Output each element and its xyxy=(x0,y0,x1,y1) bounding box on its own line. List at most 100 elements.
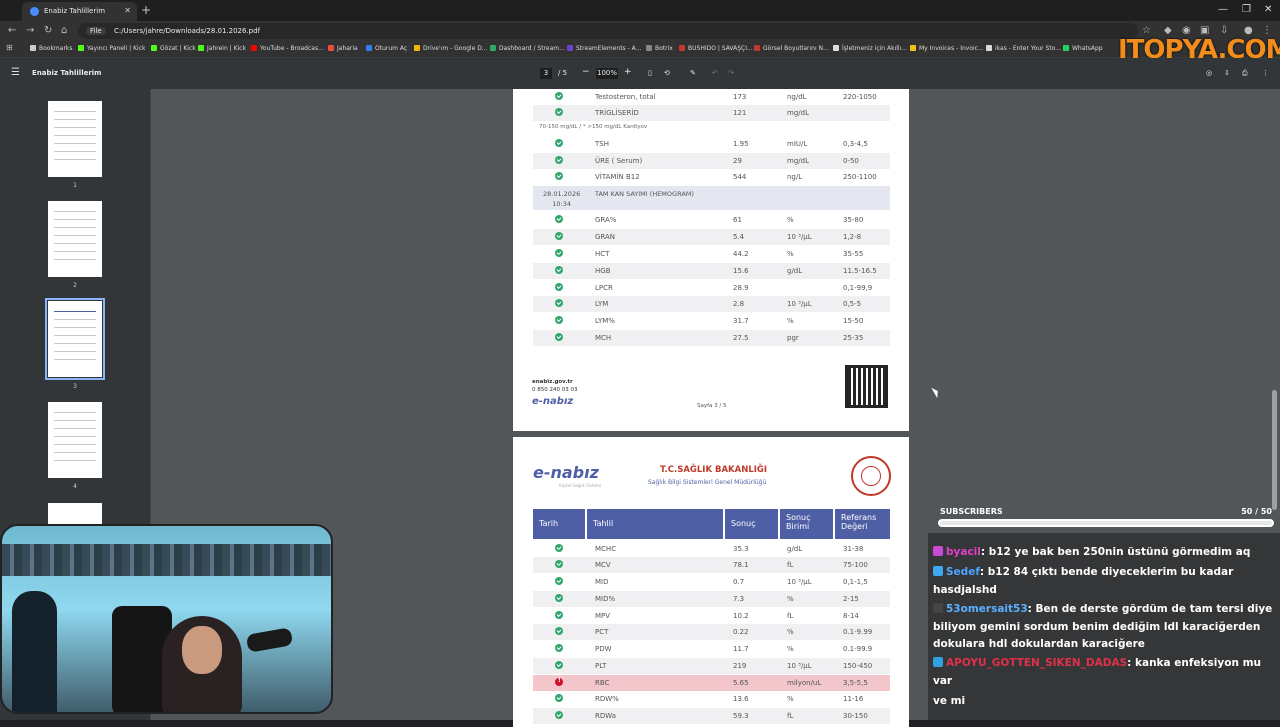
table-row: LYM% 31.7% 15-50 xyxy=(533,313,890,329)
minimize-icon[interactable]: — xyxy=(1218,4,1228,15)
user-badge-icon xyxy=(933,657,943,667)
group-title: TAM KAN SAYIMI (HEMOGRAM) xyxy=(595,190,694,198)
bookmark-item[interactable]: StreamElements - A... xyxy=(567,45,641,52)
hamburger-menu-icon[interactable]: ☰ xyxy=(11,67,20,78)
page-thumbnail[interactable] xyxy=(48,402,102,478)
bookmark-item[interactable]: Oturum Aç xyxy=(366,45,407,52)
vertical-scrollbar[interactable] xyxy=(1272,390,1277,510)
apps-grid-icon[interactable]: ⊞ xyxy=(6,43,13,52)
zoom-out-icon[interactable]: − xyxy=(582,67,590,77)
table-row: MID 0.7 10 ³/µL 0,1-1,5 xyxy=(533,574,890,590)
annotate-pen-icon[interactable]: ✎ xyxy=(690,69,696,77)
bookmarks-bar: ⊞ Bookmarks Yayıncı Paneli | Kick Gözat … xyxy=(0,41,1280,58)
address-url: C:/Users/jahre/Downloads/28.01.2026.pdf xyxy=(113,27,261,35)
reload-icon[interactable]: ↻ xyxy=(44,25,52,36)
rotate-icon[interactable]: ⟲ xyxy=(664,69,670,77)
check-icon xyxy=(555,611,563,619)
bookmark-item[interactable]: My Invoices - Invoic... xyxy=(910,45,984,52)
alert-icon xyxy=(555,677,563,686)
bookmark-item[interactable]: BUSHIDO | SAVAŞÇI... xyxy=(679,45,753,52)
check-icon xyxy=(555,711,563,719)
table-row: LYM 2.8 10 ³/µL 0,5-5 xyxy=(533,296,890,312)
bookmark-item[interactable]: WhatsApp xyxy=(1063,45,1103,52)
pdf-title: Enabiz Tahlillerim xyxy=(32,69,102,77)
page-thumbnail[interactable] xyxy=(48,101,102,177)
thumbnail-label: 2 xyxy=(73,282,77,289)
table-row: HCT 44.2% 35-55 xyxy=(533,246,890,262)
restore-icon[interactable]: ❐ xyxy=(1242,4,1251,15)
check-icon xyxy=(555,644,563,652)
forward-icon[interactable]: → xyxy=(26,25,34,36)
check-icon xyxy=(555,577,563,585)
zoom-in-icon[interactable]: + xyxy=(624,67,632,77)
table-row: HGB 15.6 g/dL 11.5-16.5 xyxy=(533,263,890,279)
enabiz-logo: e-nabız xyxy=(533,463,599,482)
bookmark-item[interactable]: ikas - Enter Your Sto... xyxy=(986,45,1061,52)
check-icon xyxy=(555,299,563,307)
address-bar[interactable]: File C:/Users/jahre/Downloads/28.01.2026… xyxy=(78,23,1138,39)
check-icon xyxy=(555,333,563,341)
enabiz-subtitle: Kişisel Sağlık Sistemi xyxy=(559,483,601,488)
table-row: RDWa 59.3 fL 30-150 xyxy=(533,708,890,724)
bookmark-item[interactable]: Jahrein | Kick xyxy=(198,45,246,52)
bookmark-item[interactable]: Bookmarks xyxy=(30,45,73,52)
table-row: TSH 1.95 mIU/L 0,3-4,5 xyxy=(533,136,890,152)
bookmark-item[interactable]: Dashboard / Stream... xyxy=(490,45,565,52)
browser-tab[interactable]: Enabiz Tahlillerim ✕ xyxy=(22,2,137,21)
check-icon xyxy=(555,694,563,702)
qr-code xyxy=(845,365,888,408)
download-icon[interactable]: ⇩ xyxy=(1224,69,1230,77)
check-icon xyxy=(555,92,563,100)
new-tab-button[interactable]: + xyxy=(141,3,151,17)
user-badge-icon xyxy=(933,566,943,576)
close-tab-icon[interactable]: ✕ xyxy=(124,6,131,15)
table-row: MCHC 35.3 g/dL 31-38 xyxy=(533,541,890,557)
page-thumbnail-selected[interactable] xyxy=(45,298,105,380)
bookmark-item[interactable]: Jaharia xyxy=(328,45,358,52)
undo-icon[interactable]: ↶ xyxy=(712,69,718,77)
check-icon xyxy=(555,560,563,568)
tab-strip: Enabiz Tahlillerim ✕ + — ❐ ✕ xyxy=(0,0,1280,21)
thumbnail-label: 1 xyxy=(73,182,77,189)
pdf-extension-icon[interactable]: ◎ xyxy=(1206,69,1212,77)
pdf-page-3: Testosteron, total 173 ng/dL 220-1050 TRİGL… xyxy=(513,89,909,431)
file-chip: File xyxy=(86,27,106,35)
page-total: / 5 xyxy=(558,69,568,77)
check-icon xyxy=(555,544,563,552)
check-icon xyxy=(555,627,563,635)
chat-message: byacil: b12 ye bak ben 250nin üstünü gör… xyxy=(933,544,1273,562)
table-row: ÜRE ( Serum) 29 mg/dL 0-50 xyxy=(533,153,890,169)
tab-title: Enabiz Tahlillerim xyxy=(44,7,106,15)
bookmark-item[interactable]: İşletmeniz için Akıllı... xyxy=(833,45,907,52)
table-row: VİTAMİN B12 544 ng/L 250-1100 xyxy=(533,169,890,185)
table-row: GRAN 5.4 10 ³/µL 1,2-8 xyxy=(533,229,890,245)
back-icon[interactable]: ← xyxy=(8,25,16,36)
check-icon xyxy=(555,156,563,164)
more-options-icon[interactable]: ⋮ xyxy=(1262,69,1269,77)
bookmark-item[interactable]: Gözat | Kick xyxy=(151,45,196,52)
check-icon xyxy=(555,215,563,223)
fit-page-icon[interactable]: ▯ xyxy=(648,69,652,77)
pdf-favicon-icon xyxy=(30,7,39,16)
redo-icon[interactable]: ↷ xyxy=(728,69,734,77)
bookmark-item[interactable]: Drive'ım - Google D... xyxy=(414,45,488,52)
home-icon[interactable]: ⌂ xyxy=(61,25,67,36)
page-number-input[interactable]: 3 xyxy=(540,68,552,79)
close-window-icon[interactable]: ✕ xyxy=(1264,4,1272,15)
zoom-input[interactable]: 100% xyxy=(596,68,618,79)
bookmark-item[interactable]: Görsel Boyutlarını N... xyxy=(754,45,829,52)
check-icon xyxy=(555,266,563,274)
bookmark-item[interactable]: YouTube - Broadcas... xyxy=(251,45,324,52)
bookmark-item[interactable]: Yayıncı Paneli | Kick xyxy=(78,45,145,52)
thumbnail-label: 4 xyxy=(73,483,77,490)
subscribers-count: 50 / 50 xyxy=(1241,507,1272,516)
print-icon[interactable]: ⎙ xyxy=(1242,69,1248,78)
bookmark-item[interactable]: Botrix xyxy=(646,45,673,52)
table-row: MPV 10.2 fL 8-14 xyxy=(533,608,890,624)
page-thumbnail[interactable] xyxy=(48,201,102,277)
enabiz-logo: e-nabız xyxy=(532,396,574,407)
table-row: PLT 219 10 ³/µL 150-450 xyxy=(533,658,890,674)
user-badge-icon xyxy=(933,546,943,556)
table-row: GRA% 61% 35-80 xyxy=(533,212,890,228)
chat-message: ve mi xyxy=(933,695,966,707)
